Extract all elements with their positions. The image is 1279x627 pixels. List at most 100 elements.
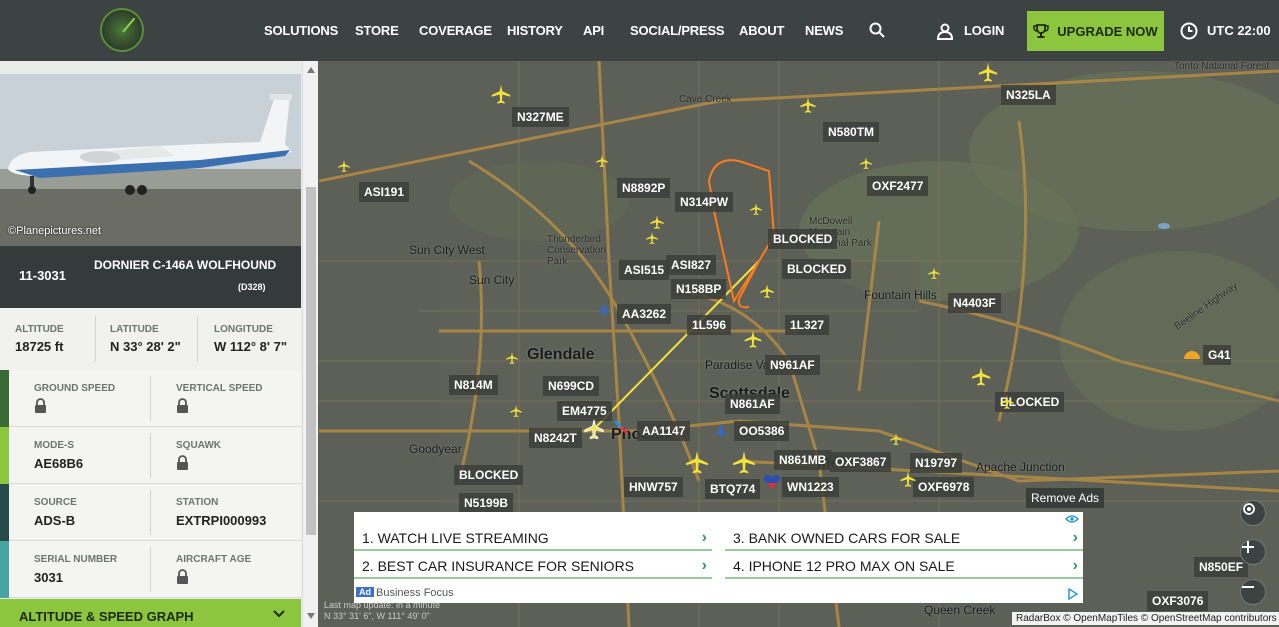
lock-icon[interactable] [176,398,189,413]
nav-social-press[interactable]: SOCIAL/PRESS [630,23,725,38]
flight-label[interactable]: AA3262 [617,304,672,324]
lock-icon[interactable] [176,455,189,470]
mode-s-label: MODE-S [34,440,74,451]
search-icon[interactable] [869,22,885,38]
ad-link[interactable]: 1. WATCH LIVE STREAMING › [354,526,712,551]
altitude-value: 18725 ft [15,339,64,354]
plane-icon[interactable] [859,156,873,170]
plane-icon[interactable] [505,351,519,365]
nav-solutions[interactable]: SOLUTIONS [264,23,338,38]
flight-label[interactable]: N4403F [948,293,1001,313]
plane-icon[interactable] [999,394,1015,410]
nav-store[interactable]: STORE [355,23,399,38]
divider [150,376,151,421]
plane-icon[interactable] [490,83,512,105]
plane-icon[interactable] [799,96,817,114]
ad-banner[interactable]: 1. WATCH LIVE STREAMING › 3. BANK OWNED … [354,512,1083,603]
flight-label[interactable]: BLOCKED [782,259,852,279]
flight-label[interactable]: N325LA [1001,85,1056,105]
upgrade-now-button[interactable]: UPGRADE NOW [1027,11,1164,51]
flight-label[interactable]: N861AF [725,394,780,414]
flight-label[interactable]: ASI515 [619,260,670,280]
flight-label[interactable]: N8892P [617,178,671,198]
nav-news[interactable]: NEWS [805,23,843,38]
plane-icon[interactable] [684,449,710,475]
scroll-up-icon[interactable] [307,67,315,73]
nav-login[interactable]: LOGIN [964,23,1004,38]
user-icon[interactable] [936,22,954,40]
plane-icon[interactable] [927,266,941,280]
plane-icon[interactable] [743,329,763,349]
row-accent [0,370,9,427]
zoom-in-button[interactable] [1240,539,1266,565]
plane-icon[interactable] [645,231,659,245]
flight-label[interactable]: N961AF [765,355,820,375]
flight-label[interactable]: OXF6978 [913,477,975,497]
scroll-thumb[interactable] [306,187,316,535]
flight-label[interactable]: G41 [1203,345,1231,365]
station-value[interactable]: EXTRPI000993 [176,513,266,528]
radarbox-logo[interactable] [100,8,144,52]
plane-icon[interactable] [749,202,763,216]
selected-plane-icon[interactable] [583,418,605,440]
scroll-down-icon[interactable] [307,613,315,619]
flight-label[interactable]: N158BP [671,279,727,299]
flight-label[interactable]: N314PW [675,192,734,212]
flight-label[interactable]: N580TM [823,122,880,142]
flight-label[interactable]: ASI191 [359,182,410,202]
plane-icon[interactable] [977,61,999,83]
zoom-out-button[interactable] [1240,579,1266,605]
flight-label[interactable]: BTQ774 [705,479,761,499]
map-attribution[interactable]: RadarBox © OpenMapTiles © OpenStreetMap … [1012,612,1279,625]
flight-label[interactable]: BLOCKED [454,465,524,485]
altitude-speed-graph-toggle[interactable]: ALTITUDE & SPEED GRAPH [0,599,301,627]
ad-badge: Ad [356,587,374,597]
plane-icon[interactable] [731,449,757,475]
plane-icon[interactable] [889,432,903,446]
ad-link[interactable]: 3. BANK OWNED CARS FOR SALE › [725,526,1083,551]
flight-label[interactable]: ASI827 [666,255,717,275]
plane-icon[interactable] [759,283,775,299]
flight-label[interactable]: N327ME [512,107,569,127]
aircraft-photo[interactable]: ©Planepictures.net [0,74,301,246]
locate-me-button[interactable] [1240,500,1266,526]
lock-icon[interactable] [176,569,189,584]
divider [197,316,198,362]
flight-label[interactable]: 1L596 [687,315,732,335]
flight-label[interactable]: N8242T [529,428,582,448]
flight-label[interactable]: OO5386 [734,421,790,441]
utc-time: UTC 22:00 [1207,23,1271,38]
flight-label[interactable]: 1L327 [785,315,830,335]
flight-label[interactable]: N5199B [459,493,514,513]
nav-coverage[interactable]: COVERAGE [419,23,492,38]
nav-history[interactable]: HISTORY [507,23,563,38]
flight-label[interactable]: N814M [449,375,498,395]
ad-link[interactable]: 4. IPHONE 12 PRO MAX ON SALE › [725,554,1083,579]
flight-label[interactable]: N699CD [543,376,600,396]
flight-label[interactable]: OXF3076 [1147,591,1209,611]
lock-icon[interactable] [34,398,47,413]
flight-label[interactable]: N850EF [1194,557,1249,577]
ad-link[interactable]: 2. BEST CAR INSURANCE FOR SENIORS › [354,554,712,579]
plane-icon[interactable] [595,154,609,168]
nav-api[interactable]: API [583,23,604,38]
nav-about[interactable]: ABOUT [739,23,784,38]
plane-icon[interactable] [970,365,992,387]
flight-label[interactable]: AA1147 [637,421,691,441]
flight-label[interactable]: HNW757 [624,477,683,497]
minus-icon [1242,586,1254,588]
flight-label[interactable]: OXF3867 [830,452,892,472]
plane-icon[interactable] [649,214,665,230]
adchoices-triangle-icon[interactable] [1068,588,1078,600]
panel-scrollbar[interactable] [302,61,318,627]
flight-label[interactable]: N861MB [774,450,832,470]
plane-icon[interactable] [899,470,917,488]
flight-label[interactable]: BLOCKED [768,229,838,249]
flight-label[interactable]: WN1223 [782,477,839,497]
remove-ads-button[interactable]: Remove Ads [1026,488,1105,508]
flight-label[interactable]: N19797 [910,453,963,473]
plane-icon[interactable] [337,159,351,173]
adchoices-icon[interactable] [1065,514,1079,524]
flight-label[interactable]: OXF2477 [867,176,929,196]
plane-icon[interactable] [509,404,523,418]
